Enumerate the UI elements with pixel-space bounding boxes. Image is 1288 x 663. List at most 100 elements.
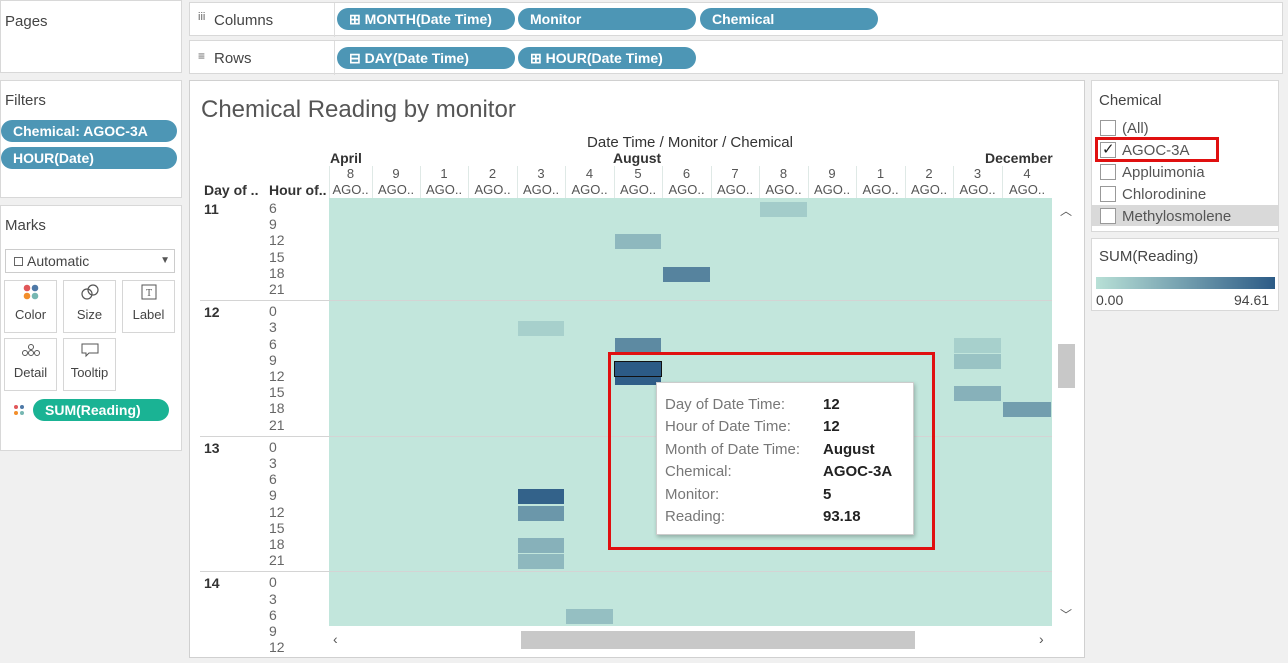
scroll-thumb-horizontal[interactable]: [521, 631, 915, 649]
checkbox-methylosmolene[interactable]: [1100, 208, 1116, 224]
horizontal-scrollbar[interactable]: ‹ ›: [329, 628, 1055, 652]
color-label: Color: [14, 307, 47, 322]
column-pill-chemical[interactable]: Chemical: [700, 8, 878, 30]
heatmap-cell[interactable]: [518, 489, 564, 505]
heatmap-cell[interactable]: [1003, 402, 1051, 418]
hour-label: 15: [269, 384, 285, 401]
color-legend-title: SUM(Reading): [1099, 248, 1199, 265]
columns-label: Columns: [214, 12, 274, 29]
hour-label: 0: [269, 303, 277, 320]
monitor-header: 1: [440, 166, 448, 181]
row-pill-day[interactable]: ⊟ DAY(Date Time): [337, 47, 515, 69]
tooltip-label: Tooltip: [70, 365, 109, 380]
column-pill-month[interactable]: ⊞ MONTH(Date Time): [337, 8, 515, 30]
marks-field-pill[interactable]: SUM(Reading): [33, 399, 169, 421]
chemical-option-label[interactable]: (All): [1122, 120, 1149, 137]
size-button[interactable]: Size: [63, 280, 116, 333]
filter-pill-hour[interactable]: HOUR(Date): [1, 147, 177, 169]
tooltip-button[interactable]: Tooltip: [63, 338, 116, 391]
hour-label: 9: [269, 623, 277, 639]
hour-label: 12: [269, 232, 285, 249]
heatmap-cell[interactable]: [760, 202, 807, 217]
scroll-thumb-vertical[interactable]: [1058, 344, 1075, 388]
row-pill-hour[interactable]: ⊞ HOUR(Date Time): [518, 47, 696, 69]
checkbox-chlorodinine[interactable]: [1100, 186, 1116, 202]
column-pill-monitor[interactable]: Monitor: [518, 8, 696, 30]
heatmap-cell[interactable]: [954, 386, 1001, 402]
heatmap-cell[interactable]: [518, 538, 564, 553]
chemical-header: AGO..: [813, 182, 851, 197]
heatmap-cell[interactable]: [615, 337, 661, 353]
color-legend-card: SUM(Reading) 0.00 94.61: [1091, 238, 1279, 311]
shelf-divider: [334, 41, 335, 75]
day-label: 12: [204, 304, 220, 321]
hour-label: 15: [269, 519, 285, 536]
month-august: August: [613, 150, 662, 166]
column-header-title: Date Time / Monitor / Chemical: [587, 134, 793, 151]
chemical-header: AGO..: [862, 182, 899, 197]
chemical-header: AGO..: [959, 182, 996, 197]
heatmap-cell[interactable]: [954, 337, 1001, 353]
filter-pill-chemical[interactable]: Chemical: AGOC-3A: [1, 120, 177, 142]
detail-label: Detail: [13, 365, 48, 380]
hour-label: 3: [269, 590, 277, 607]
detail-icon: [5, 339, 56, 365]
hour-label: 18: [269, 536, 285, 552]
hour-label: 21: [269, 552, 285, 569]
scroll-down-icon[interactable]: ﹀: [1060, 606, 1072, 623]
monitor-header: 2: [488, 166, 497, 181]
heatmap-cell[interactable]: [518, 554, 564, 570]
chemical-option-label[interactable]: Methylosmolene: [1122, 208, 1231, 225]
label-button[interactable]: T Label: [122, 280, 175, 333]
color-button[interactable]: Color: [4, 280, 57, 333]
detail-button[interactable]: Detail: [4, 338, 57, 391]
heatmap-cell[interactable]: [518, 321, 564, 337]
mark-type-square-icon: [14, 257, 23, 266]
color-legend-ramp: [1096, 277, 1275, 289]
heatmap-cell[interactable]: [663, 266, 710, 282]
checkbox-all[interactable]: [1100, 120, 1116, 136]
monitor-header: 9: [392, 166, 400, 181]
hour-label: 21: [269, 416, 285, 433]
color-field-icon: [13, 403, 25, 421]
hour-label: 18: [269, 400, 285, 417]
scroll-left-icon[interactable]: ‹: [333, 631, 338, 647]
mark-type-value: Automatic: [27, 253, 90, 269]
filters-label: Filters: [5, 92, 46, 109]
monitor-header: 3: [537, 166, 545, 181]
tooltip-icon: [64, 339, 115, 365]
monitor-header: 2: [925, 166, 933, 181]
heatmap-cell[interactable]: [518, 505, 564, 521]
chemical-filter-title: Chemical: [1099, 92, 1162, 109]
scroll-right-icon[interactable]: ›: [1039, 631, 1044, 647]
monitor-header: 5: [634, 166, 642, 181]
checkbox-appluimonia[interactable]: [1100, 164, 1116, 180]
monitor-header: 9: [828, 166, 836, 181]
hour-label: 6: [269, 335, 277, 352]
chemical-header: AGO..: [474, 182, 511, 197]
day-label: 13: [204, 439, 220, 456]
heatmap-cell[interactable]: [954, 353, 1001, 369]
hour-label: 9: [269, 216, 277, 233]
day-label: 14: [204, 575, 220, 592]
heatmap-cell[interactable]: [615, 234, 661, 250]
monitor-header: 8: [779, 166, 788, 181]
hour-label: 9: [269, 487, 277, 504]
heatmap-cell[interactable]: [566, 608, 613, 624]
chemical-option-label[interactable]: Chlorodinine: [1122, 186, 1206, 203]
hour-label: 6: [269, 471, 277, 488]
monitor-header: 3: [973, 166, 982, 181]
hour-label: 12: [269, 639, 285, 656]
view-title: Chemical Reading by monitor: [201, 96, 516, 123]
hour-label: 21: [269, 281, 285, 297]
hour-label: 6: [269, 200, 277, 216]
monitor-header: 4: [585, 166, 594, 181]
vertical-scrollbar[interactable]: ︿ ﹀: [1055, 198, 1077, 626]
chevron-down-icon: ▼: [160, 255, 170, 266]
chemical-header: AGO..: [425, 182, 463, 197]
scroll-up-icon[interactable]: ︿: [1060, 202, 1072, 219]
marks-label: Marks: [5, 217, 46, 234]
monitor-header: 1: [876, 166, 885, 181]
chemical-option-label[interactable]: Appluimonia: [1122, 164, 1205, 181]
mark-type-dropdown[interactable]: Automatic ▼: [5, 249, 175, 273]
